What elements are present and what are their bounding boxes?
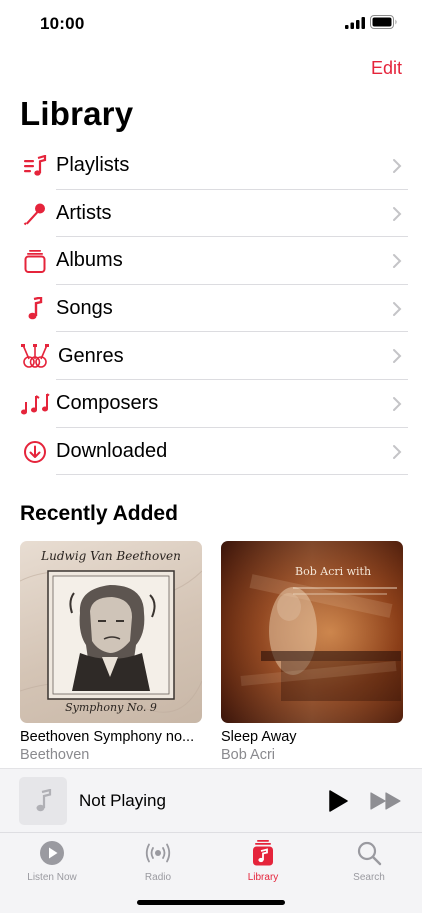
skip-forward-button[interactable] (370, 792, 402, 810)
album-artwork: Ludwig Van Beethoven Symphony No. 9 (20, 541, 202, 723)
mini-player-artwork (19, 777, 67, 825)
tab-label: Radio (144, 872, 172, 883)
library-item-albums[interactable]: Albums (0, 237, 422, 285)
library-item-label: Playlists (56, 154, 130, 177)
library-item-label: Artists (56, 201, 112, 224)
status-time: 10:00 (40, 14, 85, 33)
download-circle-icon (22, 439, 48, 465)
music-note-icon (22, 296, 48, 322)
album-stack-icon (22, 248, 48, 274)
library-icon (248, 839, 278, 867)
composers-notes-icon (20, 391, 50, 417)
chevron-right-icon (393, 159, 402, 173)
album-artwork: Bob Acri with (221, 541, 403, 723)
search-icon (354, 839, 384, 867)
play-button[interactable] (328, 790, 348, 812)
cellular-signal-icon (345, 17, 365, 29)
album-art-top-text: Ludwig Van Beethoven (41, 549, 181, 563)
album-art-bottom-text: Symphony No. 9 (65, 701, 157, 714)
library-item-playlists[interactable]: Playlists (0, 142, 422, 190)
page-title: Library (20, 95, 134, 132)
edit-button[interactable]: Edit (371, 58, 402, 79)
mini-player-title: Not Playing (79, 791, 166, 810)
album-art-top-text: Bob Acri with (295, 565, 372, 578)
chevron-right-icon (393, 349, 402, 364)
library-item-label: Composers (56, 392, 159, 415)
chevron-right-icon (393, 254, 402, 269)
library-item-label: Genres (58, 344, 124, 367)
status-bar: 10:00 (0, 0, 422, 50)
library-list: Playlists Artists Albums Songs Genres Co… (0, 142, 422, 476)
guitars-icon (20, 343, 50, 369)
library-item-genres[interactable]: Genres (0, 332, 422, 380)
recently-added-title: Recently Added (20, 502, 178, 525)
chevron-right-icon (393, 206, 402, 221)
library-item-composers[interactable]: Composers (0, 380, 422, 428)
home-indicator[interactable] (137, 900, 285, 905)
tab-label: Search (353, 872, 385, 883)
tab-radio[interactable]: Radio (118, 839, 198, 883)
album-title: Beethoven Symphony no... (20, 729, 195, 745)
album-artist: Bob Acri (221, 747, 275, 763)
album-title: Sleep Away (221, 729, 297, 745)
music-note-icon (36, 789, 52, 812)
microphone-icon (22, 201, 48, 227)
album-artist: Beethoven (20, 747, 90, 763)
album-card-sleep-away[interactable]: Bob Acri with Sleep Away Bob Acri (221, 541, 403, 763)
playlists-icon (22, 153, 48, 179)
library-item-label: Albums (56, 249, 123, 272)
row-divider (56, 474, 408, 476)
play-circle-icon (37, 839, 67, 867)
library-item-songs[interactable]: Songs (0, 285, 422, 333)
chevron-right-icon (393, 301, 402, 316)
chevron-right-icon (393, 444, 402, 459)
tab-label: Library (247, 872, 279, 883)
library-item-downloaded[interactable]: Downloaded (0, 428, 422, 476)
tab-library[interactable]: Library (223, 839, 303, 883)
tab-search[interactable]: Search (329, 839, 409, 883)
library-item-label: Downloaded (56, 439, 168, 462)
library-item-label: Songs (56, 297, 113, 320)
tab-label: Listen Now (27, 872, 77, 883)
tab-listen-now[interactable]: Listen Now (12, 839, 92, 883)
battery-icon (370, 15, 397, 29)
chevron-right-icon (393, 396, 402, 411)
mini-player[interactable]: Not Playing (0, 768, 422, 832)
radio-waves-icon (143, 839, 173, 867)
library-item-artists[interactable]: Artists (0, 190, 422, 238)
album-card-beethoven[interactable]: Ludwig Van Beethoven Symphony No. 9 Beet… (20, 541, 202, 763)
